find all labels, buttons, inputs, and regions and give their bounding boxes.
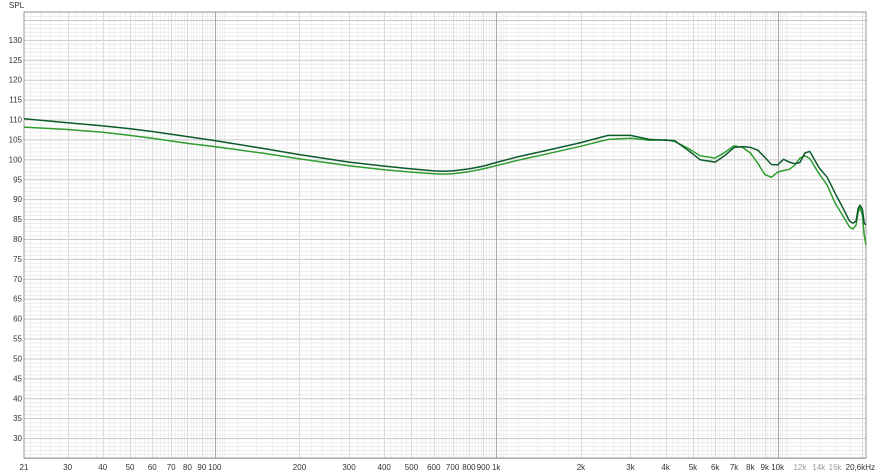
y-tick-label: 65 xyxy=(13,295,22,304)
y-tick-label: 75 xyxy=(13,255,22,264)
x-tick-label: 9k xyxy=(761,463,770,472)
y-tick-label: 80 xyxy=(13,235,22,244)
y-tick-label: 110 xyxy=(9,116,22,125)
y-tick-label: 100 xyxy=(9,155,23,164)
y-tick-label: 95 xyxy=(13,175,22,184)
y-tick-label: 60 xyxy=(13,315,22,324)
y-tick-label: 85 xyxy=(13,215,22,224)
x-tick-label: 100 xyxy=(208,463,222,472)
x-axis-ticks: 21 30 40 50 60 70 80 90 100 200 300 400 500 600 700 800… xyxy=(20,463,875,472)
y-tick-label: 105 xyxy=(9,135,23,144)
x-tick-label: 500 xyxy=(405,463,419,472)
x-tick-label: 6k xyxy=(711,463,720,472)
y-tick-label: 125 xyxy=(9,56,23,65)
x-tick-label: 1k xyxy=(492,463,501,472)
x-tick-label: 80 xyxy=(183,463,192,472)
x-tick-label: 16k xyxy=(829,463,843,472)
x-tick-label: 2k xyxy=(577,463,586,472)
x-tick-label: 14k xyxy=(812,463,826,472)
x-tick-label: 200 xyxy=(293,463,307,472)
y-axis-ticks: 30 35 40 45 50 55 60 65 70 75 80 85 90 95 100 105 110 115… xyxy=(9,36,23,443)
x-tick-label: 60 xyxy=(148,463,157,472)
x-tick-label: 5k xyxy=(689,463,698,472)
y-tick-label: 50 xyxy=(13,354,22,363)
x-tick-label: 300 xyxy=(342,463,356,472)
x-tick-label: 21 xyxy=(20,463,29,472)
x-tick-label: 10k xyxy=(771,463,785,472)
x-tick-label: 4k xyxy=(661,463,670,472)
x-tick-label: 8k xyxy=(746,463,755,472)
x-tick-label: 40 xyxy=(98,463,107,472)
y-axis-label: SPL xyxy=(9,1,25,10)
y-tick-label: 70 xyxy=(13,275,22,284)
x-tick-label: 900 xyxy=(477,463,491,472)
x-tick-label: 20,6kHz xyxy=(846,463,875,472)
y-tick-label: 30 xyxy=(13,434,22,443)
x-tick-label: 12k xyxy=(793,463,807,472)
y-tick-label: 120 xyxy=(9,76,23,85)
y-tick-label: 35 xyxy=(13,414,22,423)
y-tick-label: 40 xyxy=(13,394,22,403)
x-tick-label: 70 xyxy=(167,463,176,472)
x-tick-label: 30 xyxy=(63,463,72,472)
frequency-response-chart: 30 35 40 45 50 55 60 65 70 75 80 85 90 95 100 105 110 115… xyxy=(9,1,875,472)
x-tick-label: 90 xyxy=(197,463,206,472)
x-tick-label: 700 xyxy=(446,463,460,472)
x-tick-label: 7k xyxy=(730,463,739,472)
y-tick-label: 55 xyxy=(13,335,22,344)
y-tick-label: 130 xyxy=(9,36,23,45)
x-tick-label: 50 xyxy=(126,463,135,472)
y-tick-label: 115 xyxy=(9,96,22,105)
x-tick-label: 3k xyxy=(626,463,635,472)
x-tick-label: 400 xyxy=(378,463,392,472)
x-tick-label: 800 xyxy=(462,463,476,472)
x-tick-label: 600 xyxy=(427,463,441,472)
y-tick-label: 90 xyxy=(13,195,22,204)
y-tick-label: 45 xyxy=(13,374,22,383)
